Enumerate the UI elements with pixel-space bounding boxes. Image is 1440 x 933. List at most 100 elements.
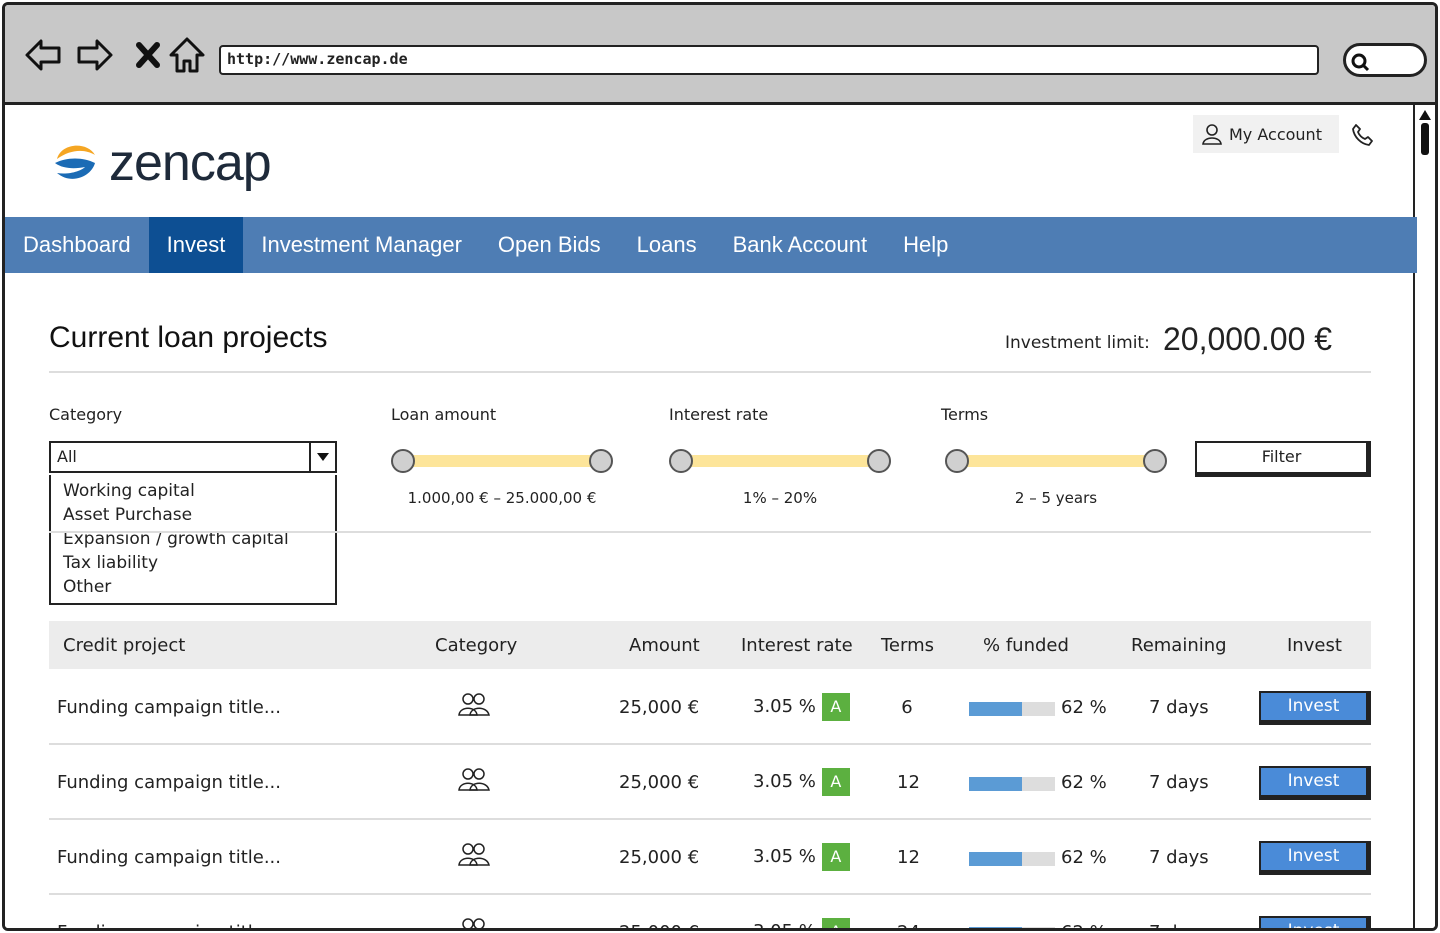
terms-range: 2 – 5 years bbox=[1014, 489, 1098, 507]
my-account-button[interactable]: My Account bbox=[1193, 115, 1339, 153]
slider-track bbox=[405, 455, 599, 467]
table-row[interactable]: Funding campaign title... 25,000 € 3.05 %A… bbox=[49, 671, 1371, 745]
nav-bank-account[interactable]: Bank Account bbox=[715, 217, 886, 273]
col-remaining[interactable]: Remaining bbox=[1131, 635, 1227, 656]
nav-invest[interactable]: Invest bbox=[148, 217, 244, 273]
interest-rate-cell: 3.05 %A bbox=[753, 843, 850, 871]
back-arrow-icon[interactable] bbox=[23, 35, 63, 75]
invest-button[interactable]: Invest bbox=[1259, 766, 1371, 800]
interest-rate-cell: 3.05 %A bbox=[753, 693, 850, 721]
funded-progress-bar bbox=[969, 702, 1055, 716]
col-invest: Invest bbox=[1287, 635, 1342, 656]
browser-window: http://www.zencap.de zencap My Account D… bbox=[2, 2, 1438, 931]
loan-amount-filter-label: Loan amount bbox=[391, 405, 497, 424]
nav-loans[interactable]: Loans bbox=[619, 217, 715, 273]
col-terms[interactable]: Terms bbox=[881, 635, 934, 656]
remaining-cell: 7 days bbox=[1149, 697, 1209, 718]
category-select-value: All bbox=[57, 447, 77, 466]
logo[interactable]: zencap bbox=[51, 133, 272, 193]
col-interest-rate[interactable]: Interest rate bbox=[741, 635, 853, 656]
loan-amount-range: 1.000,00 € – 25.000,00 € bbox=[407, 489, 597, 507]
browser-search[interactable] bbox=[1343, 43, 1427, 77]
interest-rate-filter-label: Interest rate bbox=[669, 405, 769, 424]
nav-help[interactable]: Help bbox=[885, 217, 966, 273]
interest-rate-value: 3.05 % bbox=[753, 921, 816, 928]
invest-button[interactable]: Invest bbox=[1259, 916, 1371, 928]
category-option[interactable]: Working capital bbox=[63, 479, 323, 503]
home-icon[interactable] bbox=[167, 35, 207, 75]
funded-progress-fill bbox=[969, 852, 1023, 866]
scroll-up-icon[interactable] bbox=[1418, 109, 1432, 121]
nav-dashboard[interactable]: Dashboard bbox=[5, 217, 149, 273]
terms-cell: 24 bbox=[897, 922, 920, 928]
col-credit-project[interactable]: Credit project bbox=[63, 635, 185, 656]
slider-min-handle[interactable] bbox=[945, 449, 969, 473]
funded-progress-bar bbox=[969, 852, 1055, 866]
people-icon bbox=[457, 691, 491, 722]
main-navigation: Dashboard Invest Investment Manager Open… bbox=[5, 217, 1417, 273]
interest-rate-value: 3.05 % bbox=[753, 696, 816, 717]
col-amount[interactable]: Amount bbox=[629, 635, 700, 656]
people-icon bbox=[457, 841, 491, 872]
invest-button[interactable]: Invest bbox=[1259, 841, 1371, 875]
project-title[interactable]: Funding campaign title... bbox=[57, 697, 281, 718]
table-header: Credit project Category Amount Interest … bbox=[49, 621, 1371, 669]
page-title: Current loan projects bbox=[49, 321, 328, 354]
invest-button[interactable]: Invest bbox=[1259, 691, 1371, 725]
terms-slider[interactable] bbox=[945, 447, 1167, 477]
project-title[interactable]: Funding campaign title... bbox=[57, 772, 281, 793]
search-icon bbox=[1351, 53, 1370, 72]
address-bar[interactable]: http://www.zencap.de bbox=[219, 45, 1319, 75]
slider-max-handle[interactable] bbox=[1143, 449, 1167, 473]
investment-limit-value: 20,000.00 € bbox=[1163, 321, 1333, 357]
project-title[interactable]: Funding campaign title... bbox=[57, 847, 281, 868]
grade-badge: A bbox=[821, 693, 850, 721]
slider-track bbox=[683, 455, 877, 467]
loan-amount-slider[interactable] bbox=[391, 447, 613, 477]
category-option[interactable]: Tax liability bbox=[63, 551, 323, 575]
terms-cell: 6 bbox=[901, 697, 913, 718]
funded-progress-fill bbox=[969, 702, 1023, 716]
category-option[interactable]: Other bbox=[63, 575, 323, 599]
scroll-thumb[interactable] bbox=[1421, 123, 1429, 155]
amount-cell: 25,000 € bbox=[619, 697, 700, 718]
user-icon bbox=[1202, 124, 1222, 145]
slider-min-handle[interactable] bbox=[669, 449, 693, 473]
nav-open-bids[interactable]: Open Bids bbox=[480, 217, 619, 273]
table-row[interactable]: Funding campaign title...25,000 €3.05 %A… bbox=[49, 746, 1371, 820]
phone-icon[interactable] bbox=[1351, 123, 1375, 147]
category-option[interactable]: Asset Purchase bbox=[63, 503, 323, 527]
remaining-cell: 7 days bbox=[1149, 772, 1209, 793]
category-select-toggle[interactable] bbox=[309, 443, 335, 471]
remaining-cell: 7 days bbox=[1149, 847, 1209, 868]
logo-text: zencap bbox=[109, 134, 272, 192]
amount-cell: 25,000 € bbox=[619, 922, 699, 928]
amount-cell: 25,000 € bbox=[619, 847, 700, 868]
table-row[interactable]: Funding campaign title... 25,000 € 3.05 %A… bbox=[49, 821, 1371, 895]
funded-percent: 62 % bbox=[1061, 847, 1107, 868]
slider-min-handle[interactable] bbox=[391, 449, 415, 473]
slider-max-handle[interactable] bbox=[589, 449, 613, 473]
funded-percent: 62 % bbox=[1061, 697, 1107, 718]
filter-button[interactable]: Filter bbox=[1195, 441, 1371, 477]
nav-investment-manager[interactable]: Investment Manager bbox=[243, 217, 480, 273]
interest-rate-cell: 3.05 %A bbox=[753, 918, 850, 928]
forward-arrow-icon[interactable] bbox=[75, 35, 115, 75]
funded-progress-bar bbox=[969, 777, 1055, 791]
zencap-logo-icon bbox=[55, 145, 95, 179]
category-select[interactable]: All bbox=[49, 441, 337, 473]
col-funded[interactable]: % funded bbox=[983, 635, 1069, 656]
funded-progress-fill bbox=[969, 777, 1023, 791]
divider bbox=[49, 531, 1371, 533]
slider-max-handle[interactable] bbox=[867, 449, 891, 473]
table-row[interactable]: Funding campaign title... 25,000 € 3.05 %A… bbox=[49, 896, 1371, 928]
remaining-cell: 7 days bbox=[1149, 922, 1209, 928]
close-icon[interactable] bbox=[129, 35, 169, 75]
people-icon bbox=[457, 916, 491, 928]
col-category[interactable]: Category bbox=[435, 635, 517, 656]
interest-rate-slider[interactable] bbox=[669, 447, 891, 477]
terms-cell: 12 bbox=[897, 847, 920, 868]
amount-cell: 25,000 € bbox=[619, 772, 700, 793]
divider bbox=[49, 371, 1371, 373]
project-title[interactable]: Funding campaign title... bbox=[57, 922, 281, 928]
